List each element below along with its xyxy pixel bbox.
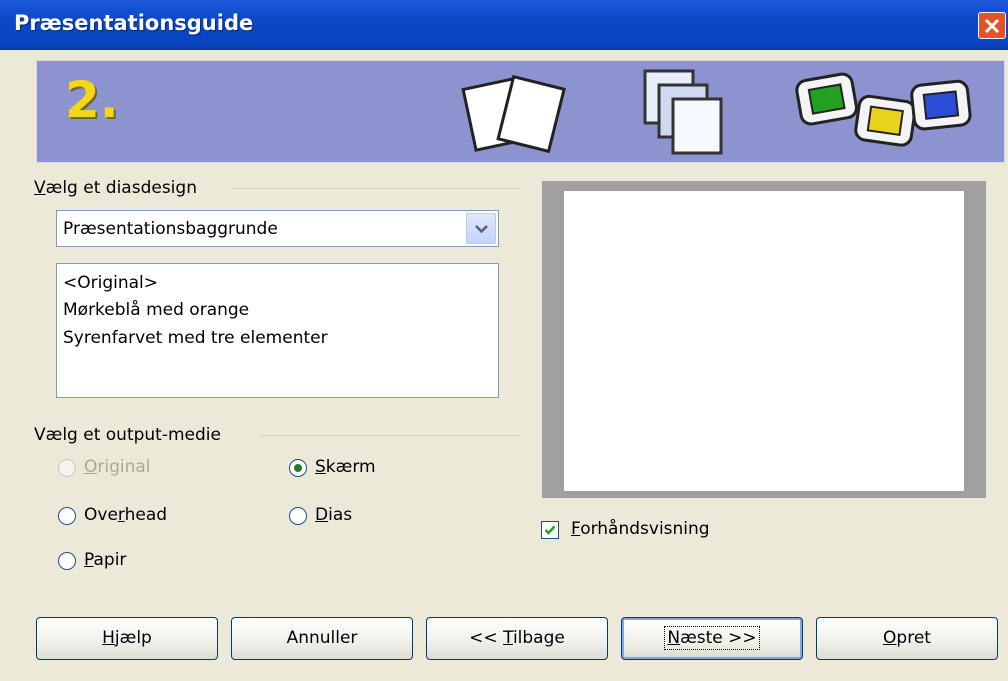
back-button-prefix: << xyxy=(469,628,504,648)
radio-button[interactable] xyxy=(289,507,307,525)
slides-icon xyxy=(795,72,972,147)
design-list[interactable]: <Original> Mørkeblå med orange Syrenfarv… xyxy=(56,263,499,398)
step-number: 2. xyxy=(65,71,119,129)
preview-checkbox-text: orhåndsvisning xyxy=(580,519,710,539)
create-button-mnemonic: O xyxy=(883,628,897,648)
radio-label: Dias xyxy=(315,505,352,525)
close-button[interactable] xyxy=(978,12,1006,39)
radio-label-text: apir xyxy=(93,550,127,570)
radio-label-text: ias xyxy=(328,505,353,525)
create-button[interactable]: Opret xyxy=(816,617,998,660)
preview-checkbox-mnemonic: F xyxy=(571,519,581,539)
checkmark-icon xyxy=(544,525,556,535)
preview-canvas xyxy=(564,191,964,491)
back-button-label: ilbage xyxy=(512,628,565,648)
help-button-mnemonic: H xyxy=(102,628,115,648)
preview-pane xyxy=(542,181,986,498)
focus-rectangle: Næste >> xyxy=(664,626,760,650)
design-group-label-mnemonic: V xyxy=(34,178,46,198)
design-group-label-text: ælg et diasdesign xyxy=(45,178,197,198)
radio-button[interactable] xyxy=(58,507,76,525)
radio-button[interactable] xyxy=(289,459,307,477)
back-button-mnemonic: T xyxy=(503,628,513,648)
list-item[interactable]: <Original> xyxy=(63,273,158,293)
next-button-mnemonic: N xyxy=(667,628,681,648)
design-category-dropdown[interactable]: Præsentationsbaggrunde xyxy=(56,210,499,247)
radio-label-mnemonic: D xyxy=(315,505,329,525)
radio-label-mnemonic: O xyxy=(84,457,98,477)
cancel-button[interactable]: Annuller xyxy=(231,617,413,660)
cancel-button-label: Annuller xyxy=(286,628,358,648)
radio-label-text: kærm xyxy=(325,457,376,477)
radio-label: Original xyxy=(84,457,151,477)
design-group-separator xyxy=(233,188,519,189)
radio-label-text: head xyxy=(124,505,168,525)
output-group-separator xyxy=(261,435,519,436)
preview-checkbox[interactable] xyxy=(541,521,559,539)
create-button-label: pret xyxy=(896,628,931,648)
radio-button[interactable] xyxy=(58,459,76,477)
design-category-value: Præsentationsbaggrunde xyxy=(63,219,278,239)
next-button-label: æste >> xyxy=(680,628,757,648)
wizard-banner: 2. xyxy=(36,60,1005,163)
help-button-label: jælp xyxy=(114,628,152,648)
output-group-label: Vælg et output-medie xyxy=(34,425,221,445)
dropdown-button[interactable] xyxy=(466,213,496,244)
chevron-down-icon xyxy=(475,225,488,234)
transitions-icon xyxy=(643,69,723,155)
radio-label-mnemonic: S xyxy=(315,457,326,477)
pages-icon xyxy=(461,74,566,154)
radio-label: Papir xyxy=(84,550,126,570)
preview-checkbox-label: Forhåndsvisning xyxy=(571,519,710,539)
title-bar: Præsentationsguide xyxy=(0,0,1008,50)
window-title: Præsentationsguide xyxy=(14,11,254,35)
radio-label-mnemonic: r xyxy=(117,505,125,525)
radio-label: Skærm xyxy=(315,457,376,477)
close-icon xyxy=(984,18,1000,34)
radio-selected-dot xyxy=(294,464,302,472)
radio-label-text: riginal xyxy=(97,457,151,477)
back-button[interactable]: << Tilbage xyxy=(426,617,608,660)
radio-label: Overhead xyxy=(84,505,167,525)
radio-label-prefix: Ove xyxy=(84,505,118,525)
next-button[interactable]: Næste >> xyxy=(621,617,803,660)
radio-button[interactable] xyxy=(58,552,76,570)
radio-label-mnemonic: P xyxy=(84,550,94,570)
list-item[interactable]: Syrenfarvet med tre elementer xyxy=(63,328,328,348)
list-item[interactable]: Mørkeblå med orange xyxy=(63,300,249,320)
help-button[interactable]: Hjælp xyxy=(36,617,218,660)
design-group-label: Vælg et diasdesign xyxy=(34,178,197,198)
